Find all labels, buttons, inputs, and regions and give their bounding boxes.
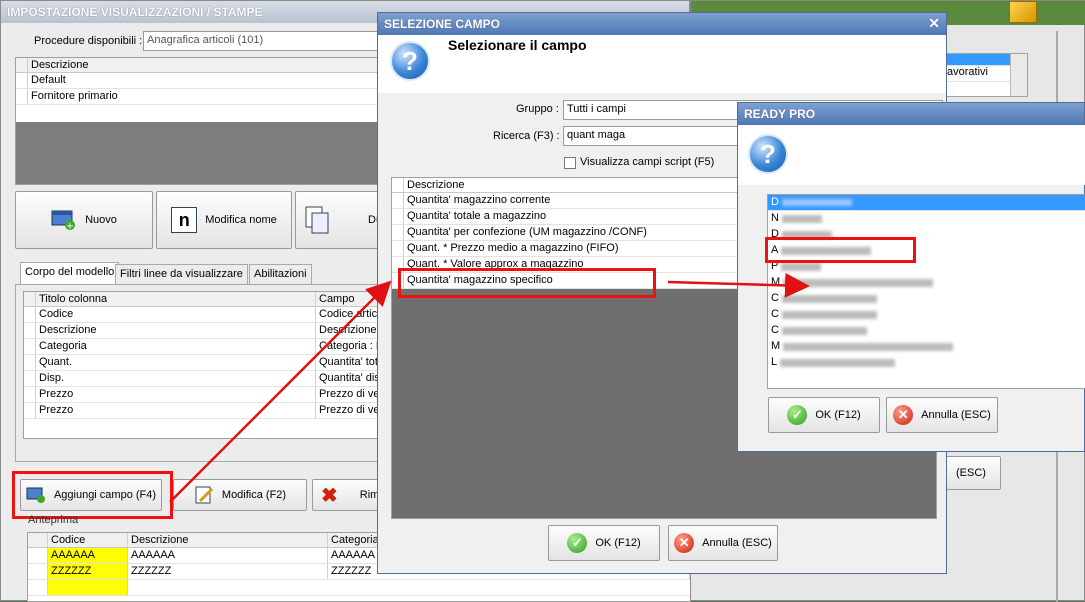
aggiungi-campo-highlight: [12, 471, 173, 519]
remove-icon: ✖: [321, 484, 338, 507]
ready-ok-button[interactable]: ✓ OK (F12): [768, 397, 880, 433]
table-row[interactable]: Codice Codice artic: [24, 307, 380, 323]
list-item[interactable]: M: [768, 339, 1085, 355]
rename-icon: n: [171, 207, 198, 233]
tab-corpo-modello[interactable]: Corpo del modello: [20, 262, 120, 284]
selezione-campo-heading: Selezionare il campo: [448, 37, 587, 53]
list-item[interactable]: C: [768, 291, 1085, 307]
ready-list: D N D A P M C C C M L: [767, 194, 1085, 389]
ready-header-panel: [738, 125, 1085, 185]
list-item[interactable]: Fornitore primario: [16, 89, 384, 105]
ready-ok-label: OK (F12): [815, 409, 861, 421]
ready-pro-logo-icon: [1009, 1, 1037, 23]
modifica-nome-button-label: Modifica nome: [205, 214, 277, 226]
list-item[interactable]: Default: [16, 73, 384, 89]
list-item[interactable]: M: [768, 275, 1085, 291]
model-list-header: Descrizione: [16, 58, 384, 73]
list-item[interactable]: C: [768, 307, 1085, 323]
target-item-highlight: [765, 237, 916, 263]
cancel-x-icon: ✕: [674, 533, 695, 553]
list-item[interactable]: L: [768, 355, 1085, 371]
columns-grid: Titolo colonna Campo Codice Codice artic …: [23, 291, 381, 439]
model-list: Descrizione Default Fornitore primario: [15, 57, 385, 185]
modifica-button-label: Modifica (F2): [221, 489, 287, 501]
preview-header-descrizione: Descrizione: [128, 533, 328, 547]
ok-check-icon: ✓: [567, 533, 588, 553]
list-item[interactable]: C: [768, 323, 1085, 339]
table-row[interactable]: Disp. Quantita' dis: [24, 371, 380, 387]
add-window-icon: +: [51, 210, 76, 231]
campo-cancel-button[interactable]: ✕ Annulla (ESC): [668, 525, 778, 561]
cancel-x-icon: ✕: [893, 405, 914, 425]
table-row[interactable]: Prezzo Prezzo di ver: [24, 387, 380, 403]
ready-cancel-button[interactable]: ✕ Annulla (ESC): [886, 397, 998, 433]
question-icon: ?: [390, 41, 430, 81]
script-checkbox[interactable]: [564, 157, 576, 169]
script-checkbox-label: Visualizza campi script (F5): [580, 156, 715, 168]
selezione-campo-title: SELEZIONE CAMPO: [384, 17, 501, 31]
campo-ok-button[interactable]: ✓ OK (F12): [548, 525, 660, 561]
model-list-header-label: Descrizione: [28, 58, 384, 72]
gruppo-label: Gruppo :: [516, 103, 559, 115]
nuovo-button[interactable]: + Nuovo: [15, 191, 153, 249]
procedure-label: Procedure disponibili :: [34, 35, 143, 47]
columns-header-title: Titolo colonna: [36, 292, 316, 306]
procedure-select[interactable]: Anagrafica articoli (101): [143, 31, 383, 51]
table-row[interactable]: Descrizione Descrizione a: [24, 323, 380, 339]
selezione-campo-titlebar: SELEZIONE CAMPO ✕: [378, 13, 946, 35]
modifica-nome-button[interactable]: n Modifica nome: [156, 191, 292, 249]
scrollbar[interactable]: [1010, 54, 1027, 96]
ready-cancel-label: Annulla (ESC): [921, 409, 991, 421]
model-list-empty-area: [16, 122, 384, 184]
list-item-selected[interactable]: D: [768, 195, 1085, 211]
table-row[interactable]: Prezzo Prezzo di ver: [24, 403, 380, 419]
right-annulla-button[interactable]: (ESC): [941, 456, 1001, 490]
duplica-button[interactable]: Du: [295, 191, 387, 249]
svg-text:+: +: [66, 221, 74, 231]
question-icon: ?: [748, 134, 788, 174]
nuovo-button-label: Nuovo: [85, 214, 117, 226]
tab-abilitazioni[interactable]: Abilitazioni: [249, 264, 312, 284]
tab-filtri-linee[interactable]: Filtri linee da visualizzare: [115, 264, 248, 284]
list-item[interactable]: N: [768, 211, 1085, 227]
duplicate-icon: [305, 206, 329, 234]
modifica-button[interactable]: Modifica (F2): [173, 479, 307, 511]
selected-field-highlight: [398, 268, 656, 298]
table-row[interactable]: Categoria Categoria : D: [24, 339, 380, 355]
table-row[interactable]: Quant. Quantita' tot: [24, 355, 380, 371]
ready-pro-titlebar: READY PRO: [738, 103, 1084, 125]
columns-header-field: Campo: [316, 292, 380, 306]
preview-header-codice: Codice: [48, 533, 128, 547]
campo-ok-label: OK (F12): [595, 537, 641, 549]
ready-pro-dialog: READY PRO ? D N D A P M C C C M L ✓ OK (…: [737, 102, 1085, 452]
close-icon[interactable]: ✕: [928, 15, 940, 32]
edit-icon: [195, 486, 213, 504]
right-annulla-label: (ESC): [956, 467, 986, 479]
ricerca-label: Ricerca (F3) :: [493, 130, 560, 142]
ok-check-icon: ✓: [787, 405, 808, 425]
anteprima-label: Anteprima: [28, 514, 79, 526]
campo-cancel-label: Annulla (ESC): [702, 537, 772, 549]
